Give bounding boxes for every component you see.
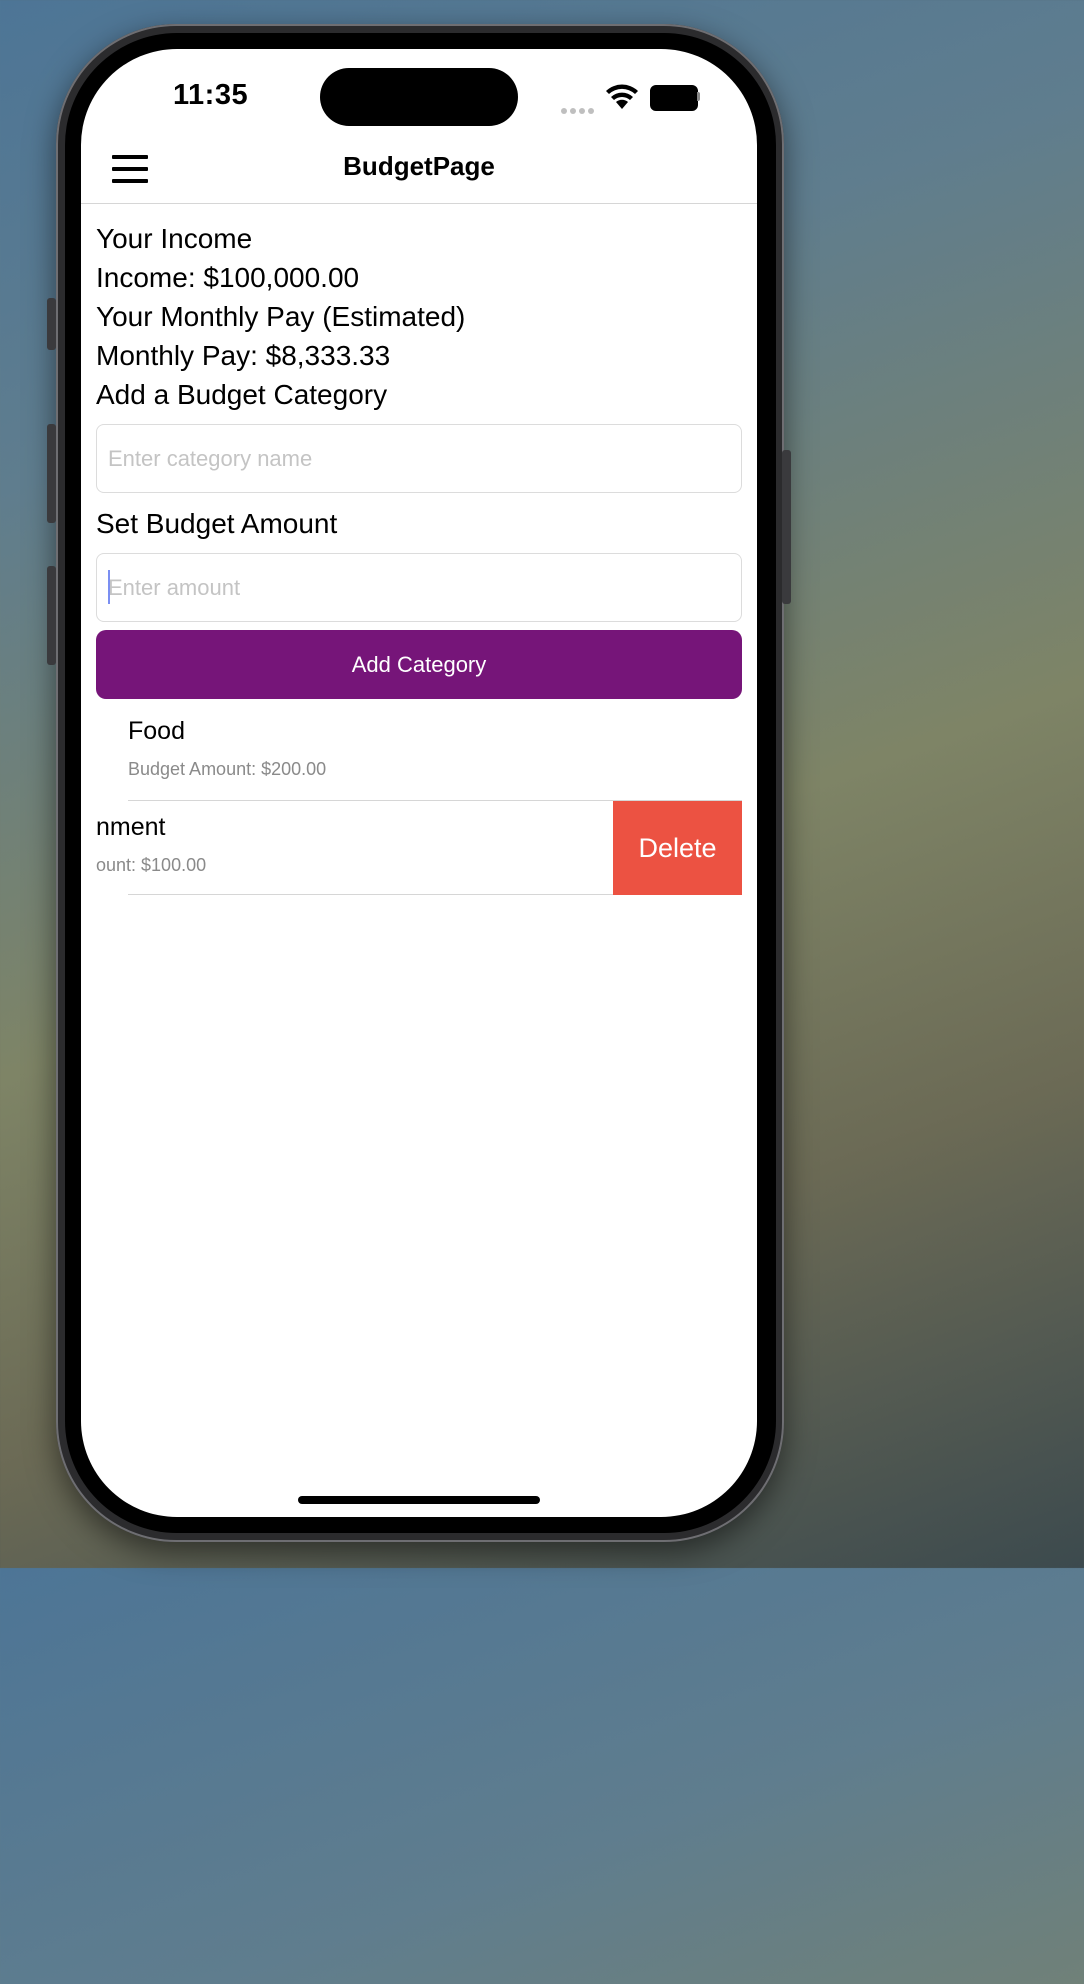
cellular-signal-icon (561, 101, 597, 119)
row-divider (128, 894, 613, 895)
category-amount: Budget Amount: $200.00 (128, 759, 327, 779)
navigation-bar: BudgetPage (81, 141, 757, 204)
volume-up-button (47, 424, 56, 523)
income-heading: Your Income (96, 223, 253, 254)
app-screen: 11:35 BudgetPage Your Income Income: $10… (81, 49, 757, 1517)
category-list-item[interactable]: Food Budget Amount: $200.00 (96, 707, 742, 801)
add-category-label: Add a Budget Category (96, 379, 388, 410)
battery-tip (697, 92, 700, 101)
category-name-input[interactable] (97, 425, 741, 492)
budget-amount-label: Set Budget Amount (96, 508, 338, 539)
category-list-item-swiped[interactable]: nment ount: $100.00 Delete (96, 801, 742, 895)
category-amount: ount: $100.00 (96, 855, 207, 875)
budget-content: Your Income Income: $100,000.00 Your Mon… (96, 219, 742, 895)
wifi-icon (606, 84, 638, 109)
budget-amount-input[interactable] (97, 554, 741, 621)
category-name: nment (96, 813, 166, 841)
action-button (47, 298, 56, 350)
monthly-pay-value: Monthly Pay: $8,333.33 (96, 340, 391, 371)
home-indicator (298, 1496, 540, 1504)
monthly-pay-heading: Your Monthly Pay (Estimated) (96, 301, 466, 332)
delete-button[interactable]: Delete (613, 801, 742, 895)
status-time: 11:35 (173, 79, 249, 111)
volume-down-button (47, 566, 56, 665)
dynamic-island (320, 68, 518, 126)
budget-amount-field[interactable] (96, 553, 742, 622)
income-value: Income: $100,000.00 (96, 262, 360, 293)
text-cursor (108, 570, 110, 604)
power-button (782, 450, 791, 604)
category-name: Food (128, 717, 185, 745)
category-name-field[interactable] (96, 424, 742, 493)
page-title: BudgetPage (343, 151, 495, 181)
battery-icon (650, 85, 698, 111)
add-category-button[interactable]: Add Category (96, 630, 742, 699)
